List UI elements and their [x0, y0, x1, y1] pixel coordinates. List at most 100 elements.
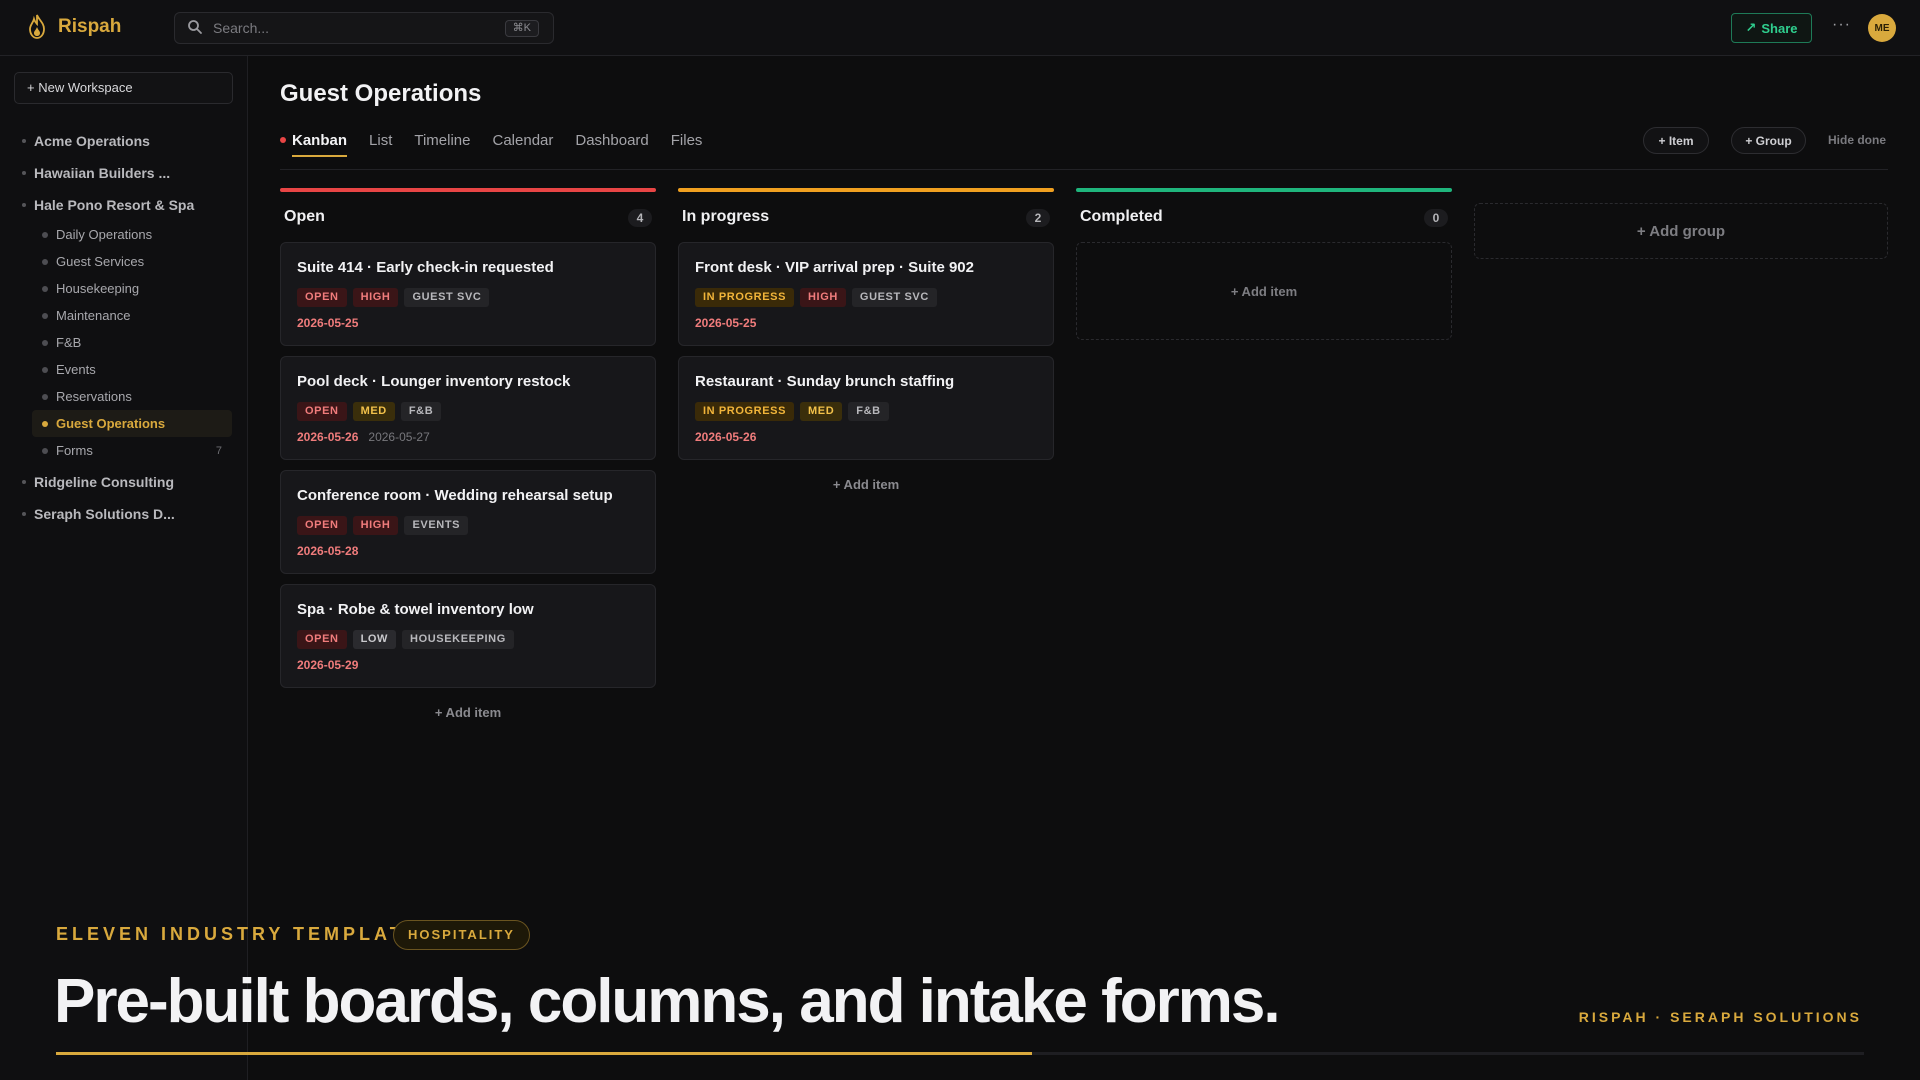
task-card[interactable]: Pool deck · Lounger inventory restock OP…: [280, 356, 656, 460]
bullet-icon: [42, 285, 48, 292]
card-tags: OPEN MED F&B: [297, 402, 442, 421]
bullet-icon: [42, 420, 48, 427]
tab-calendar[interactable]: Calendar: [493, 128, 554, 152]
status-badge: OPEN: [297, 630, 347, 649]
board-label: Daily Operations: [56, 227, 153, 242]
forms-count: 7: [215, 444, 222, 457]
board-item[interactable]: Maintenance: [32, 302, 232, 329]
card-title: Pool deck · Lounger inventory restock: [297, 373, 571, 390]
workspace-item[interactable]: Acme Operations: [0, 125, 248, 157]
task-card[interactable]: Suite 414 · Early check-in requested OPE…: [280, 242, 656, 346]
tab-timeline[interactable]: Timeline: [414, 128, 470, 152]
add-group-dropzone[interactable]: + Add group: [1474, 203, 1888, 259]
bullet-icon: [22, 203, 26, 207]
search-input[interactable]: [213, 13, 473, 43]
column-header[interactable]: In progress 2: [678, 192, 1054, 242]
category-badge: GUEST SVC: [404, 288, 490, 307]
app-logo[interactable]: Rispah: [26, 14, 121, 40]
share-button[interactable]: ↗ Share: [1731, 13, 1812, 43]
add-item-link[interactable]: + Add item: [280, 698, 656, 728]
search-box[interactable]: ⌘K: [174, 12, 554, 44]
tab-dashboard[interactable]: Dashboard: [575, 128, 648, 152]
category-badge: F&B: [400, 402, 442, 421]
workspace-item[interactable]: Ridgeline Consulting: [0, 466, 248, 498]
bullet-icon: [22, 139, 26, 143]
kanban-column-open: Open 4 Suite 414 · Early check-in reques…: [280, 188, 656, 728]
priority-badge: MED: [352, 402, 395, 421]
workspace-label: Acme Operations: [34, 133, 150, 149]
due-date: 2026-05-29: [297, 658, 359, 672]
task-card[interactable]: Conference room · Wedding rehearsal setu…: [280, 470, 656, 574]
add-item-dropzone[interactable]: + Add item: [1076, 242, 1452, 340]
priority-badge: HIGH: [352, 516, 399, 535]
board-item[interactable]: Housekeeping: [32, 275, 232, 302]
add-item-button[interactable]: + Item: [1643, 127, 1709, 154]
task-card[interactable]: Restaurant · Sunday brunch staffing IN P…: [678, 356, 1054, 460]
workspace-label: Hawaiian Builders ...: [34, 165, 171, 181]
board-item[interactable]: Guest Services: [32, 248, 232, 275]
task-card[interactable]: Front desk · VIP arrival prep · Suite 90…: [678, 242, 1054, 346]
card-tags: OPEN LOW HOUSEKEEPING: [297, 630, 514, 649]
priority-badge: HIGH: [352, 288, 399, 307]
board-item[interactable]: Forms 7: [32, 437, 232, 464]
column-header[interactable]: Completed 0: [1076, 192, 1452, 242]
board-item[interactable]: Events: [32, 356, 232, 383]
workspace-item[interactable]: Seraph Solutions D...: [0, 498, 248, 530]
avatar[interactable]: ME: [1868, 14, 1896, 42]
bullet-icon: [22, 512, 26, 516]
board-label: Guest Services: [56, 254, 145, 269]
bullet-icon: [42, 447, 48, 454]
board-item[interactable]: Reservations: [32, 383, 232, 410]
active-dot-icon: [280, 137, 286, 143]
board-label: Events: [56, 362, 96, 377]
board-item[interactable]: Daily Operations: [32, 221, 232, 248]
due-date: 2026-05-26: [297, 430, 359, 444]
tab-files[interactable]: Files: [671, 128, 703, 152]
column-title: Completed: [1080, 208, 1163, 225]
new-workspace-button[interactable]: + New Workspace: [14, 72, 233, 104]
due-date: 2026-05-26: [695, 430, 757, 444]
arrow-up-right-icon: ↗: [1745, 20, 1757, 35]
task-card[interactable]: Spa · Robe & towel inventory low OPEN LO…: [280, 584, 656, 688]
column-count: 0: [1424, 209, 1448, 227]
card-dates: 2026-05-29: [297, 658, 358, 672]
board-label: Housekeeping: [56, 281, 140, 296]
due-date: 2026-05-25: [297, 316, 359, 330]
column-count: 4: [628, 209, 652, 227]
view-tabs: Kanban List Timeline Calendar Dashboard …: [280, 128, 703, 157]
end-date: 2026-05-27: [368, 430, 430, 444]
tab-list[interactable]: List: [369, 128, 392, 152]
status-badge: OPEN: [297, 516, 347, 535]
priority-badge: HIGH: [800, 288, 846, 307]
hide-done-toggle[interactable]: Hide done: [1828, 133, 1886, 147]
category-badge: GUEST SVC: [851, 288, 937, 307]
bullet-icon: [42, 231, 48, 238]
card-tags: IN PROGRESS MED F&B: [695, 402, 889, 421]
column-header[interactable]: Open 4: [280, 192, 656, 242]
due-date: 2026-05-25: [695, 316, 757, 330]
bullet-icon: [42, 312, 48, 319]
board-item[interactable]: F&B: [32, 329, 232, 356]
board-label: F&B: [56, 335, 82, 350]
board-item-active[interactable]: Guest Operations: [32, 410, 232, 437]
bullet-icon: [42, 366, 48, 373]
industry-badge: HOSPITALITY: [393, 920, 530, 950]
workspace-item[interactable]: Hale Pono Resort & Spa: [0, 189, 248, 221]
tab-kanban[interactable]: Kanban: [280, 128, 348, 157]
search-icon: [188, 20, 202, 34]
tab-label: Kanban: [292, 131, 348, 149]
status-badge: IN PROGRESS: [695, 288, 795, 307]
page-title: Guest Operations: [280, 80, 482, 107]
add-item-link[interactable]: + Add item: [678, 470, 1054, 500]
add-group-button[interactable]: + Group: [1731, 127, 1806, 154]
top-bar: Rispah ⌘K ↗ Share ··· ME: [0, 0, 1920, 56]
kanban-column-in-progress: In progress 2 Front desk · VIP arrival p…: [678, 188, 1054, 500]
search-shortcut: ⌘K: [504, 20, 539, 37]
workspace-item[interactable]: Hawaiian Builders ...: [0, 157, 248, 189]
more-options-icon[interactable]: ···: [1832, 16, 1851, 34]
bullet-icon: [42, 258, 48, 265]
priority-badge: LOW: [352, 630, 397, 649]
card-title: Suite 414 · Early check-in requested: [297, 259, 554, 276]
card-dates: 2026-05-26 2026-05-27: [297, 430, 430, 444]
card-dates: 2026-05-25: [297, 316, 358, 330]
